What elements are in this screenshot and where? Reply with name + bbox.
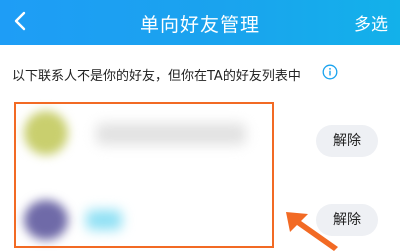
notice-text: 以下联系人不是你的好友，但你在TA的好友列表中 <box>12 69 301 84</box>
remove-button[interactable]: 解除 <box>316 125 378 157</box>
arrow-annotation-icon <box>286 212 338 251</box>
notice-banner: 以下联系人不是你的好友，但你在TA的好友列表中 <box>0 45 400 97</box>
highlight-box <box>14 102 274 248</box>
page-title: 单向好友管理 <box>139 14 260 36</box>
multi-select-button[interactable]: 多选 <box>354 10 388 35</box>
top-bar: 单向好友管理 多选 <box>0 0 400 45</box>
info-circle-icon[interactable] <box>322 64 338 80</box>
